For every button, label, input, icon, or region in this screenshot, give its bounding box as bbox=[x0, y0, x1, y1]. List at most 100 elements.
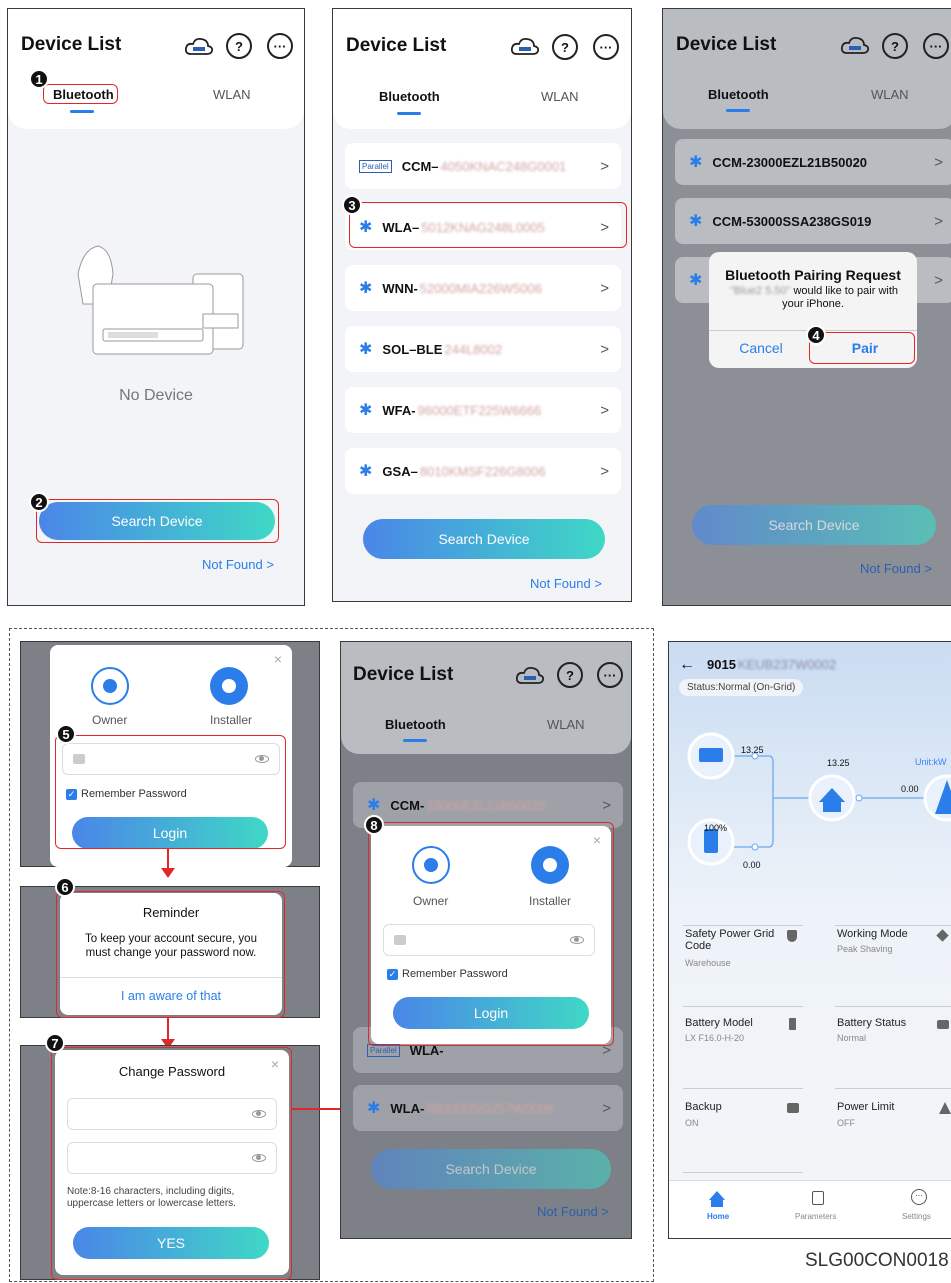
tab-wlan[interactable]: WLAN bbox=[871, 87, 909, 102]
nav-home[interactable]: Home bbox=[707, 1212, 729, 1221]
search-device-button[interactable]: Search Device bbox=[692, 505, 936, 545]
step-badge: 5 bbox=[56, 724, 76, 744]
device-serial: 244L8002 bbox=[444, 341, 503, 357]
page-title: Device List bbox=[346, 35, 447, 56]
device-row[interactable]: ✱ WFA- 96000ETF225W6666 > bbox=[345, 387, 621, 433]
device-serial: 23000EZL21B50020 bbox=[426, 797, 546, 813]
card-value: LX F16.0-H-20 bbox=[685, 1033, 745, 1043]
tab-bluetooth[interactable]: Bluetooth bbox=[379, 89, 440, 104]
chevron-right-icon: > bbox=[600, 401, 609, 419]
chevron-right-icon: > bbox=[602, 796, 611, 814]
step-badge: 1 bbox=[29, 69, 49, 89]
step-badge: 8 bbox=[364, 815, 384, 835]
nav-settings[interactable]: Settings bbox=[902, 1212, 931, 1221]
search-device-button[interactable]: Search Device bbox=[371, 1149, 611, 1189]
card-label: Power Limit bbox=[837, 1101, 895, 1113]
panel-home-dashboard: ← 9015 KEUB237W0002 Status:Normal (On-Gri… bbox=[668, 641, 951, 1239]
nav-parameters[interactable]: Parameters bbox=[795, 1212, 836, 1221]
tab-underline bbox=[403, 739, 427, 742]
device-prefix: CCM- bbox=[390, 797, 425, 813]
sems-cloud-icon[interactable] bbox=[840, 34, 870, 56]
sems-cloud-icon[interactable] bbox=[515, 664, 545, 686]
owner-avatar-icon[interactable] bbox=[91, 667, 129, 705]
page-title: Device List bbox=[353, 664, 454, 685]
help-icon[interactable]: ? bbox=[882, 33, 908, 59]
device-serial: 96000ETF225W6666 bbox=[417, 402, 542, 418]
tab-bluetooth[interactable]: Bluetooth bbox=[385, 717, 446, 732]
back-arrow-icon[interactable]: ← bbox=[679, 656, 695, 674]
panel-bluetooth-pairing: Device List ? ··· Bluetooth WLAN ✱ CCM-23… bbox=[662, 8, 951, 606]
tab-underline bbox=[726, 109, 750, 112]
more-icon[interactable]: ··· bbox=[597, 662, 623, 688]
help-icon[interactable]: ? bbox=[552, 34, 578, 60]
close-icon[interactable]: × bbox=[274, 651, 282, 667]
device-id-prefix: 9015 bbox=[707, 657, 736, 672]
not-found-link[interactable]: Not Found > bbox=[202, 557, 274, 572]
card-label: Safety Power Grid Code bbox=[685, 928, 775, 952]
device-prefix: SOL–BLE bbox=[382, 341, 443, 357]
device-row[interactable]: ✱ WNN- 52000MIA226W5006 > bbox=[345, 265, 621, 311]
bluetooth-icon: ✱ bbox=[359, 402, 373, 419]
power-tower-icon bbox=[939, 1102, 951, 1114]
device-prefix: WFA- bbox=[382, 402, 416, 418]
page-title: Device List bbox=[676, 34, 777, 55]
device-row[interactable]: ✱ SOL–BLE 244L8002 > bbox=[345, 326, 621, 372]
step-badge: 7 bbox=[45, 1033, 65, 1053]
device-row[interactable]: ✱ CCM-23000EZL21B50020 > bbox=[675, 139, 951, 185]
card-label: Working Mode bbox=[837, 928, 908, 940]
more-icon[interactable]: ··· bbox=[923, 33, 949, 59]
chevron-right-icon: > bbox=[602, 1099, 611, 1117]
divider bbox=[683, 1088, 803, 1089]
step-badge: 2 bbox=[29, 492, 49, 512]
shield-icon bbox=[787, 930, 797, 942]
backup-icon bbox=[787, 1103, 799, 1113]
sems-cloud-icon[interactable] bbox=[184, 35, 214, 57]
panel-empty-device-list: Device List ? ··· Bluetooth WLAN 1 No De… bbox=[7, 8, 305, 606]
not-found-link[interactable]: Not Found > bbox=[860, 561, 932, 576]
tab-wlan[interactable]: WLAN bbox=[213, 87, 251, 102]
dialog-device-name: "Blue2 5.50" bbox=[729, 285, 791, 297]
tab-underline bbox=[397, 112, 421, 115]
device-label: CCM-53000SSA238GS019 bbox=[712, 213, 872, 229]
energy-flow-diagram bbox=[687, 732, 951, 866]
more-icon[interactable]: ··· bbox=[267, 33, 293, 59]
not-found-link[interactable]: Not Found > bbox=[530, 576, 602, 591]
settings-icon[interactable]: ··· bbox=[911, 1189, 927, 1205]
cancel-button[interactable]: Cancel bbox=[709, 340, 813, 356]
highlight-box bbox=[36, 499, 279, 543]
device-row[interactable]: Parallel CCM– 4050KNAC248G0001 > bbox=[345, 143, 621, 189]
card-label: Backup bbox=[685, 1101, 722, 1113]
highlight-box bbox=[43, 84, 118, 104]
not-found-link[interactable]: Not Found > bbox=[537, 1204, 609, 1219]
device-serial: 58000DSG257W0006 bbox=[426, 1100, 554, 1116]
sems-cloud-icon[interactable] bbox=[510, 35, 540, 57]
grid-value: 0.00 bbox=[901, 784, 919, 794]
card-value: Normal bbox=[837, 1033, 867, 1043]
tab-wlan[interactable]: WLAN bbox=[541, 89, 579, 104]
card-value: Peak Shaving bbox=[837, 944, 893, 954]
step-badge: 3 bbox=[342, 195, 362, 215]
header: Device List ? ··· Bluetooth WLAN bbox=[663, 9, 951, 129]
home-icon[interactable] bbox=[709, 1191, 725, 1200]
divider bbox=[683, 1006, 803, 1007]
search-device-button[interactable]: Search Device bbox=[363, 519, 605, 559]
panel-device-list: Device List ? ··· Bluetooth WLAN Paralle… bbox=[332, 8, 632, 602]
highlight-box bbox=[56, 891, 285, 1018]
battery-soc: 100% bbox=[704, 823, 728, 833]
tab-underline bbox=[70, 110, 94, 113]
installer-avatar-icon[interactable] bbox=[210, 667, 248, 705]
tab-bluetooth[interactable]: Bluetooth bbox=[708, 87, 769, 102]
tab-wlan[interactable]: WLAN bbox=[547, 717, 585, 732]
more-icon[interactable]: ··· bbox=[593, 34, 619, 60]
bluetooth-icon: ✱ bbox=[689, 213, 703, 230]
device-row[interactable]: ✱ CCM-53000SSA238GS019 > bbox=[675, 198, 951, 244]
no-device-illustration bbox=[77, 245, 244, 355]
device-row[interactable]: ✱ WLA- 58000DSG257W0006 > bbox=[353, 1085, 623, 1131]
chevron-right-icon: > bbox=[934, 212, 943, 230]
device-row[interactable]: ✱ GSA– 8010KMSF226G8006 > bbox=[345, 448, 621, 494]
device-serial: 8010KMSF226G8006 bbox=[419, 463, 546, 479]
help-icon[interactable]: ? bbox=[557, 662, 583, 688]
parameters-icon[interactable] bbox=[812, 1191, 824, 1205]
help-icon[interactable]: ? bbox=[226, 33, 252, 59]
bluetooth-icon: ✱ bbox=[359, 280, 373, 297]
